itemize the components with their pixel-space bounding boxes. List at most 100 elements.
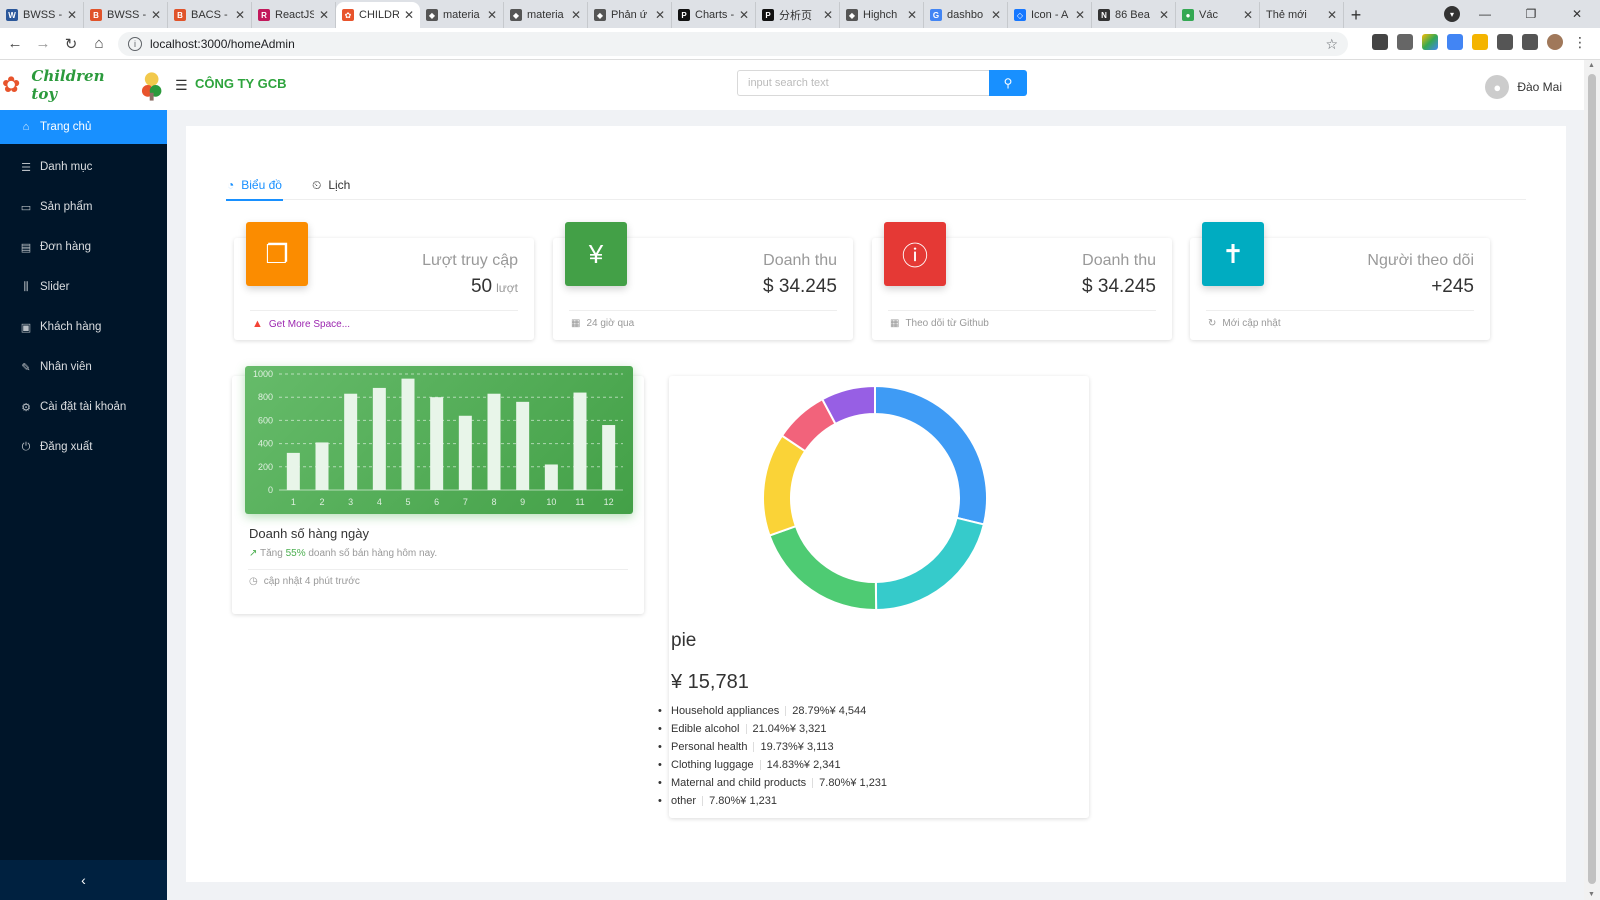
browser-tab[interactable]: N 86 Bea ✕ (1092, 2, 1176, 28)
home-browser-icon[interactable]: ⌂ (86, 31, 112, 57)
bar[interactable] (516, 401, 530, 490)
bar[interactable] (286, 452, 300, 490)
search-button[interactable]: ⚲ (989, 70, 1027, 96)
sidebar-item[interactable]: ☰ Danh mục (0, 150, 167, 184)
page-scrollbar[interactable]: ▲ ▼ (1584, 60, 1600, 900)
browser-tab[interactable]: ◇ Icon - A ✕ (1008, 2, 1092, 28)
bar[interactable] (344, 393, 358, 490)
tab-search-icon[interactable]: ▾ (1444, 6, 1460, 22)
content-tab[interactable]: ◔ Biểu đồ (226, 170, 283, 201)
drive-icon[interactable] (1422, 34, 1438, 50)
word-icon: W (6, 9, 18, 21)
close-tab-icon[interactable]: ✕ (404, 8, 414, 22)
reading-list-icon[interactable] (1522, 34, 1538, 50)
pie-slice[interactable] (762, 434, 807, 537)
browser-tab[interactable]: B BACS - ✕ (168, 2, 252, 28)
bar[interactable] (544, 464, 558, 490)
sidebar-item[interactable]: ▤ Đơn hàng (0, 230, 167, 264)
bar[interactable] (401, 378, 415, 490)
restore-icon[interactable]: ❐ (1508, 0, 1554, 28)
browser-tab[interactable]: ◆ Phản ứ ✕ (588, 2, 672, 28)
extension-icon[interactable] (1397, 34, 1413, 50)
close-tab-icon[interactable]: ✕ (487, 8, 497, 22)
url-field[interactable]: i localhost:3000/homeAdmin ☆ (118, 32, 1348, 56)
close-tab-icon[interactable]: ✕ (1075, 8, 1085, 22)
stat-number: +245 (1431, 276, 1474, 297)
browser-tab[interactable]: Gdashbo ✕ (924, 2, 1008, 28)
close-tab-icon[interactable]: ✕ (991, 8, 1001, 22)
extension-icon[interactable] (1447, 34, 1463, 50)
user-name: Đào Mai (1517, 80, 1562, 94)
close-tab-icon[interactable]: ✕ (319, 8, 329, 22)
legend-item[interactable]: Maternal and child products 7.80%¥ 1,231 (658, 774, 887, 792)
bookmark-star-icon[interactable]: ☆ (1325, 36, 1338, 53)
sidebar-item[interactable]: ✎ Nhân viên (0, 350, 167, 384)
pie-slice[interactable] (768, 524, 878, 611)
bar[interactable] (430, 397, 444, 490)
browser-tab[interactable]: Thẻ mới ✕ (1260, 2, 1344, 28)
sidebar-item[interactable]: ⌂ Trang chủ (0, 110, 167, 144)
puzzle-icon[interactable] (1497, 34, 1513, 50)
extension-icon[interactable] (1472, 34, 1488, 50)
close-tab-icon[interactable]: ✕ (739, 8, 749, 22)
close-tab-icon[interactable]: ✕ (235, 8, 245, 22)
sidebar-item[interactable]: ⫼ Slider (0, 270, 167, 304)
close-tab-icon[interactable]: ✕ (823, 8, 833, 22)
pie-slice[interactable] (874, 384, 988, 526)
close-tab-icon[interactable]: ✕ (1327, 8, 1337, 22)
browser-tab[interactable]: P Charts - ✕ (672, 2, 756, 28)
browser-tab[interactable]: ◆ Highch ✕ (840, 2, 924, 28)
close-tab-icon[interactable]: ✕ (1243, 8, 1253, 22)
legend-item[interactable]: Personal health 19.73%¥ 3,113 (658, 738, 887, 756)
bar[interactable] (602, 425, 616, 490)
close-tab-icon[interactable]: ✕ (151, 8, 161, 22)
browser-tab[interactable]: ◆ materia ✕ (420, 2, 504, 28)
legend-item[interactable]: other 7.80%¥ 1,231 (658, 792, 887, 810)
bar[interactable] (487, 393, 501, 490)
profile-avatar-icon[interactable] (1547, 34, 1563, 50)
bar[interactable] (573, 392, 587, 490)
browser-tab[interactable]: B BWSS - ✕ (84, 2, 168, 28)
pie-slice[interactable] (874, 516, 986, 612)
scroll-down-icon[interactable]: ▼ (1588, 891, 1595, 898)
content-tab[interactable]: ⏲ Lịch (311, 170, 351, 200)
browser-tab[interactable]: P 分析页 ✕ (756, 2, 840, 28)
legend-item[interactable]: Clothing luggage 14.83%¥ 2,341 (658, 756, 887, 774)
search-input[interactable] (737, 70, 989, 96)
user-menu[interactable]: ● Đào Mai (1485, 75, 1562, 99)
close-tab-icon[interactable]: ✕ (571, 8, 581, 22)
close-tab-icon[interactable]: ✕ (67, 8, 77, 22)
legend-item[interactable]: Edible alcohol 21.04%¥ 3,321 (658, 720, 887, 738)
scroll-thumb[interactable] (1588, 74, 1596, 884)
logo[interactable]: ✿ Children toy (0, 60, 164, 110)
browser-tab[interactable]: ✿ CHILDR ✕ (336, 2, 420, 28)
menu-fold-icon[interactable]: ☰ (175, 77, 188, 94)
collapse-sidebar-button[interactable]: ‹ (0, 860, 167, 900)
bar[interactable] (372, 387, 386, 490)
browser-tab[interactable]: ● Vác ✕ (1176, 2, 1260, 28)
reload-icon[interactable]: ↻ (58, 31, 84, 57)
sidebar-item[interactable]: ⚙ Cài đặt tài khoản (0, 390, 167, 424)
stat-footer[interactable]: ▲ Get More Space... (252, 318, 350, 330)
forward-icon[interactable]: → (30, 31, 56, 57)
close-tab-icon[interactable]: ✕ (1159, 8, 1169, 22)
close-tab-icon[interactable]: ✕ (907, 8, 917, 22)
close-tab-icon[interactable]: ✕ (655, 8, 665, 22)
more-menu-icon[interactable]: ⋮ (1572, 34, 1588, 50)
minimize-icon[interactable]: — (1462, 0, 1508, 28)
browser-tab[interactable]: R ReactJS ✕ (252, 2, 336, 28)
sidebar-item[interactable]: ▣ Khách hàng (0, 310, 167, 344)
extension-icon[interactable] (1372, 34, 1388, 50)
back-icon[interactable]: ← (2, 31, 28, 57)
sidebar-item[interactable]: ▭ Sản phẩm (0, 190, 167, 224)
scroll-up-icon[interactable]: ▲ (1588, 62, 1595, 69)
new-tab-button[interactable]: + (1344, 2, 1368, 28)
close-window-icon[interactable]: ✕ (1554, 0, 1600, 28)
bar[interactable] (315, 442, 329, 490)
bar[interactable] (458, 415, 472, 490)
browser-tab[interactable]: ◆ materia ✕ (504, 2, 588, 28)
legend-item[interactable]: Household appliances 28.79%¥ 4,544 (658, 702, 887, 720)
sidebar-item[interactable]: ⏻ Đăng xuất (0, 430, 167, 464)
info-icon[interactable]: i (128, 37, 142, 51)
browser-tab[interactable]: W BWSS - ✕ (0, 2, 84, 28)
